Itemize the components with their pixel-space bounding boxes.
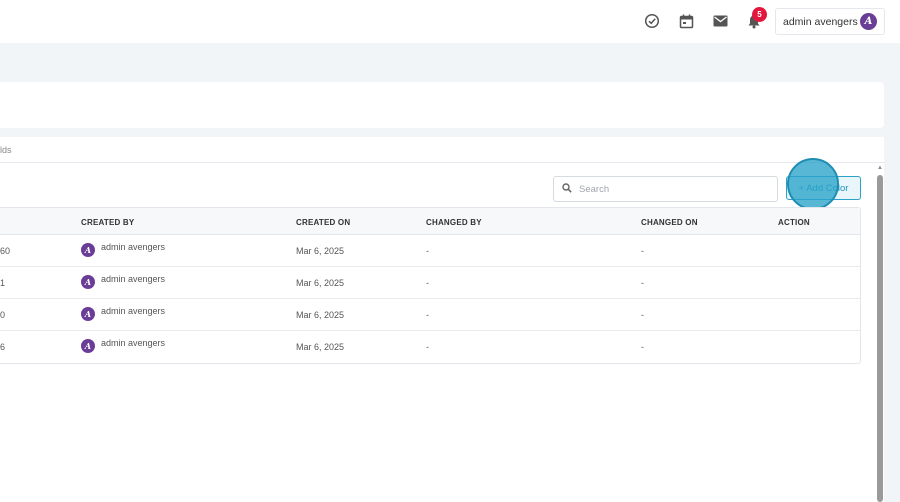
main-content: + Add Color CREATED BY CREATED ON CHANGE… bbox=[0, 158, 884, 502]
created-by: admin avengers bbox=[101, 306, 166, 316]
table-row[interactable]: 60 A admin avengers Mar 6, 2025 - - bbox=[0, 235, 860, 267]
mail-icon[interactable] bbox=[711, 12, 729, 30]
avatar: A bbox=[81, 275, 95, 289]
changed-on: - bbox=[641, 342, 644, 352]
table-header: CREATED BY CREATED ON CHANGED BY CHANGED… bbox=[0, 208, 860, 235]
created-by-cell: A admin avengers bbox=[81, 338, 166, 353]
created-on: Mar 6, 2025 bbox=[296, 310, 345, 320]
created-on: Mar 6, 2025 bbox=[296, 342, 345, 352]
changed-by: - bbox=[426, 310, 429, 320]
created-by: admin avengers bbox=[101, 274, 166, 284]
search-icon bbox=[562, 180, 572, 198]
table-row[interactable]: 6 A admin avengers Mar 6, 2025 - - bbox=[0, 331, 860, 363]
notification-badge: 5 bbox=[752, 7, 767, 22]
data-table: CREATED BY CREATED ON CHANGED BY CHANGED… bbox=[0, 207, 861, 364]
changed-on: - bbox=[641, 246, 644, 256]
tab-strip: lds bbox=[0, 137, 884, 163]
created-by-cell: A admin avengers bbox=[81, 274, 166, 289]
created-on: Mar 6, 2025 bbox=[296, 246, 345, 256]
search-box[interactable] bbox=[553, 176, 778, 202]
created-by: admin avengers bbox=[101, 338, 166, 348]
breadcrumb: lds bbox=[0, 145, 12, 155]
top-bar: 5 admin avengers A bbox=[0, 0, 900, 43]
avatar: A bbox=[860, 13, 877, 30]
created-by: admin avengers bbox=[101, 242, 166, 252]
table-row[interactable]: 0 A admin avengers Mar 6, 2025 - - bbox=[0, 299, 860, 331]
column-header[interactable]: CREATED BY bbox=[81, 218, 134, 227]
changed-by: - bbox=[426, 278, 429, 288]
row-cell: 6 bbox=[0, 342, 6, 352]
avatar: A bbox=[81, 339, 95, 353]
scroll-up-arrow-icon[interactable]: ▲ bbox=[876, 165, 884, 171]
user-name: admin avengers bbox=[783, 15, 858, 28]
search-input[interactable] bbox=[579, 183, 759, 195]
user-menu[interactable]: admin avengers A bbox=[775, 8, 885, 35]
created-by-cell: A admin avengers bbox=[81, 306, 166, 321]
calendar-icon[interactable] bbox=[677, 12, 695, 30]
table-row[interactable]: 1 A admin avengers Mar 6, 2025 - - bbox=[0, 267, 860, 299]
add-color-button[interactable]: + Add Color bbox=[786, 176, 861, 200]
scrollbar[interactable]: ▲ bbox=[876, 163, 884, 502]
filter-panel bbox=[0, 82, 884, 128]
scroll-thumb[interactable] bbox=[877, 175, 883, 502]
changed-by: - bbox=[426, 342, 429, 352]
changed-on: - bbox=[641, 310, 644, 320]
row-cell: 1 bbox=[0, 278, 6, 288]
row-cell: 0 bbox=[0, 310, 6, 320]
check-circle-icon[interactable] bbox=[643, 12, 661, 30]
column-header[interactable]: CHANGED ON bbox=[641, 218, 698, 227]
changed-on: - bbox=[641, 278, 644, 288]
avatar: A bbox=[81, 243, 95, 257]
created-on: Mar 6, 2025 bbox=[296, 278, 345, 288]
column-header[interactable]: CREATED ON bbox=[296, 218, 350, 227]
row-cell: 60 bbox=[0, 246, 11, 256]
changed-by: - bbox=[426, 246, 429, 256]
column-header: ACTION bbox=[778, 218, 810, 227]
avatar: A bbox=[81, 307, 95, 321]
created-by-cell: A admin avengers bbox=[81, 242, 166, 257]
column-header[interactable]: CHANGED BY bbox=[426, 218, 482, 227]
